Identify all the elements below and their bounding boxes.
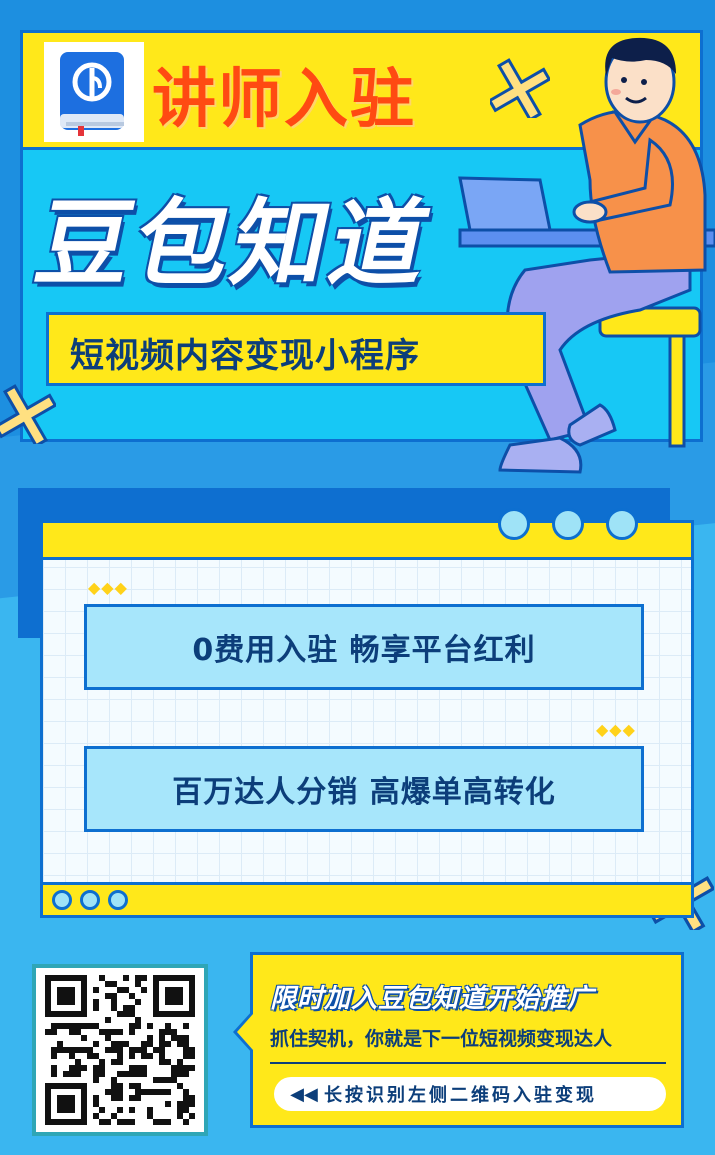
book-logo-icon	[60, 52, 124, 136]
window-dot	[498, 508, 530, 540]
cta-text: 长按识别左侧二维码入驻变现	[324, 1085, 597, 1106]
cross-decoration-icon	[0, 384, 56, 444]
window-dot	[52, 890, 72, 910]
diamond-decoration-icon: ◆◆◆	[596, 720, 636, 739]
double-arrow-left-icon: ◀◀	[290, 1083, 318, 1105]
diamond-decoration-icon: ◆◆◆	[88, 578, 128, 597]
qr-code-icon	[45, 975, 195, 1125]
benefit-text: 百万达人分销 高爆单高转化	[172, 775, 556, 810]
brand-title: 豆包知道	[26, 190, 442, 299]
promo-pointer-fill	[237, 1014, 253, 1050]
window-dot	[80, 890, 100, 910]
subtitle-text: 短视频内容变现小程序	[70, 336, 420, 376]
cross-decoration-icon	[490, 58, 550, 118]
app-logo	[44, 42, 144, 142]
window-dot	[108, 890, 128, 910]
person-illustration	[458, 37, 715, 474]
qr-code[interactable]	[32, 964, 208, 1136]
window-top-bar	[40, 520, 694, 560]
promo-title: 限时加入豆包知道开始推广	[270, 984, 595, 1014]
benefit-item: 百万达人分销 高爆单高转化	[84, 746, 644, 832]
window-dot	[552, 508, 584, 540]
promo-subtitle: 抓住契机，你就是下一位短视频变现达人	[270, 1028, 613, 1050]
cta-pill[interactable]: ◀◀ 长按识别左侧二维码入驻变现	[274, 1077, 666, 1111]
benefits-window	[40, 520, 694, 918]
promo-divider	[270, 1062, 666, 1064]
window-bottom-bar	[40, 882, 694, 918]
benefit-text: 0费用入驻 畅享平台红利	[192, 633, 536, 668]
benefit-item: 0费用入驻 畅享平台红利	[84, 604, 644, 690]
page-title: 讲师入驻	[152, 63, 416, 137]
window-dot	[606, 508, 638, 540]
